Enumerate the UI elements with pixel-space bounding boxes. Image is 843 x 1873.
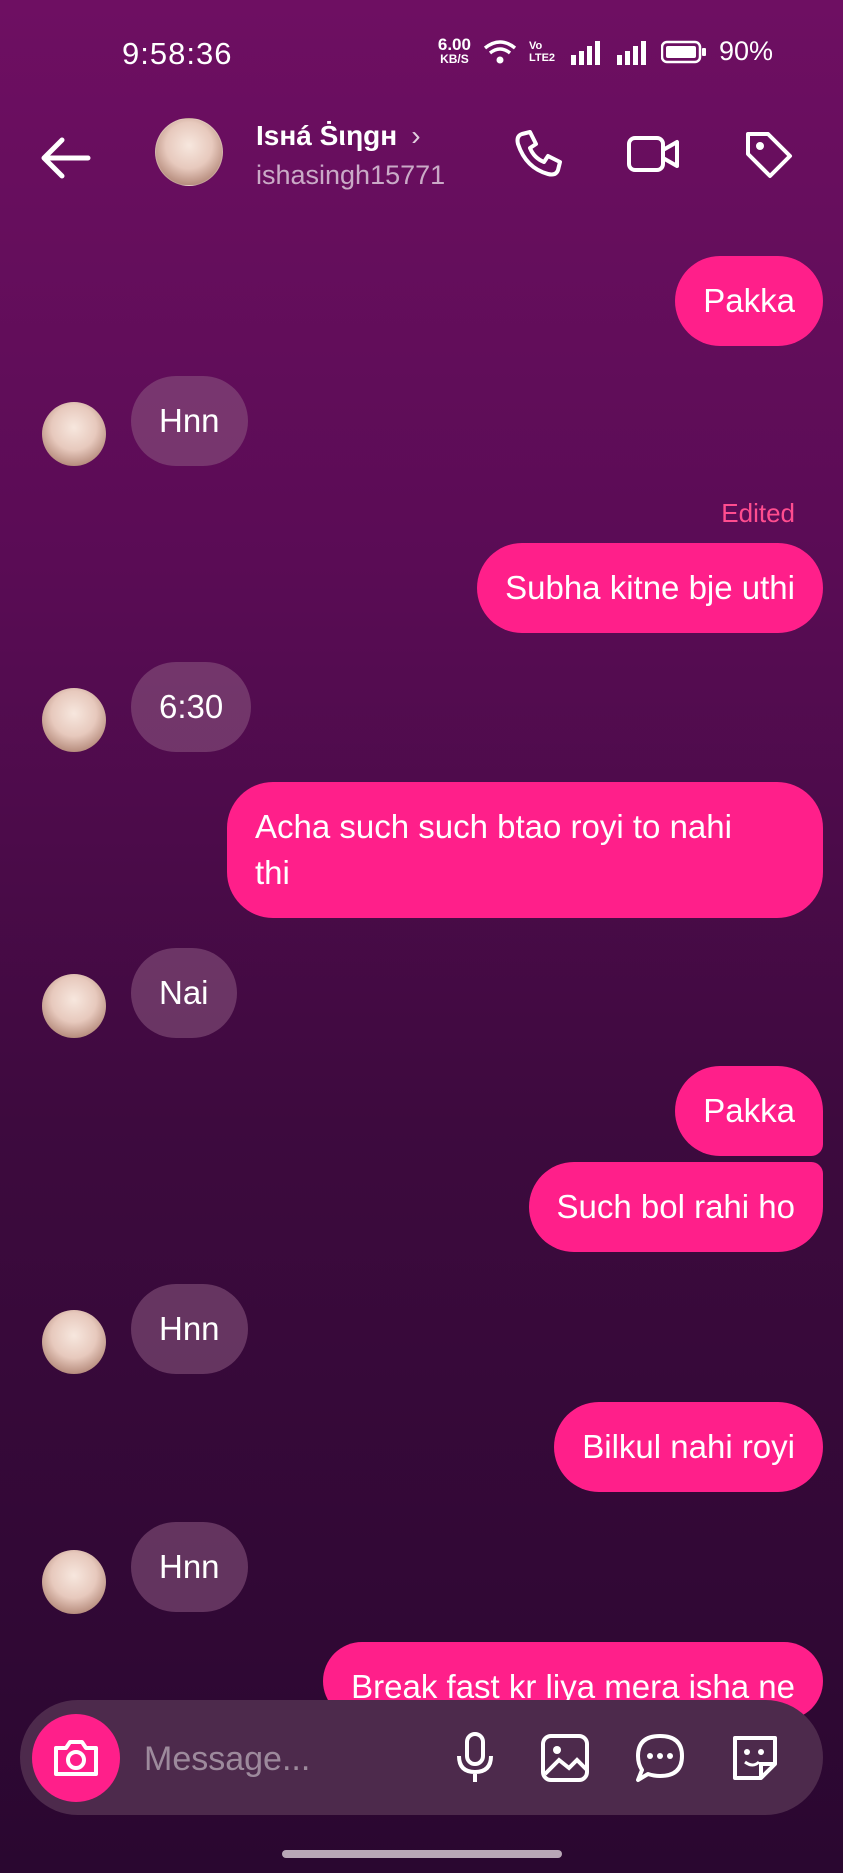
contact-handle: ishasingh15771 [256, 160, 446, 190]
camera-button[interactable] [32, 1714, 120, 1802]
status-bar: 9:58:36 6.00 KB/S Vo LTE2 90% [0, 0, 843, 110]
chevron-right-icon: › [411, 120, 421, 151]
mic-icon[interactable] [445, 1728, 505, 1788]
status-time: 9:58:36 [122, 36, 233, 71]
message-sent[interactable]: Pakka [675, 1066, 823, 1156]
tag-icon[interactable] [740, 126, 796, 182]
phone-icon[interactable] [510, 126, 566, 182]
sender-avatar [42, 688, 106, 752]
sender-avatar [42, 1550, 106, 1614]
contact-name[interactable]: Ɩѕнá Ṡιηgн › [256, 120, 421, 152]
home-indicator[interactable] [282, 1850, 562, 1858]
sender-avatar [42, 974, 106, 1038]
chat-icon[interactable] [630, 1728, 690, 1788]
message-input[interactable] [142, 1730, 446, 1788]
battery-percent: 90% [718, 36, 773, 66]
status-icons: 6.00 KB/S Vo LTE2 90% [438, 36, 773, 67]
volte-label: Vo LTE2 [528, 39, 556, 64]
message-received[interactable]: Hnn [131, 1522, 248, 1612]
message-received[interactable]: 6:30 [131, 662, 252, 752]
message-sent[interactable]: Pakka [675, 256, 823, 346]
contact-avatar[interactable] [155, 118, 223, 186]
edited-label: Edited [721, 498, 795, 528]
message-sent[interactable]: Subha kitne bje uthi [477, 543, 823, 633]
sticker-icon[interactable] [725, 1728, 785, 1788]
net-speed: 6.00 KB/S [437, 34, 471, 66]
back-arrow-icon[interactable] [36, 128, 96, 188]
message-received[interactable]: Nai [131, 948, 237, 1038]
sender-avatar [42, 1310, 106, 1374]
message-composer [20, 1700, 823, 1815]
chat-header: Ɩѕнá Ṡιηgн › ishasingh15771 [0, 110, 843, 200]
message-sent[interactable]: Acha such such btao royi to nahi thi [227, 782, 823, 918]
message-received[interactable]: Hnn [131, 1284, 248, 1374]
message-received[interactable]: Hnn [131, 376, 248, 466]
message-sent[interactable]: Bilkul nahi royi [554, 1402, 823, 1492]
video-icon[interactable] [625, 126, 681, 182]
sender-avatar [42, 402, 106, 466]
battery-icon [660, 40, 706, 63]
camera-icon [54, 1740, 98, 1776]
wifi-icon [483, 39, 517, 63]
signal-icon-2 [616, 40, 646, 65]
signal-icon [570, 40, 600, 65]
message-sent[interactable]: Such bol rahi ho [528, 1162, 823, 1252]
gallery-icon[interactable] [535, 1728, 595, 1788]
